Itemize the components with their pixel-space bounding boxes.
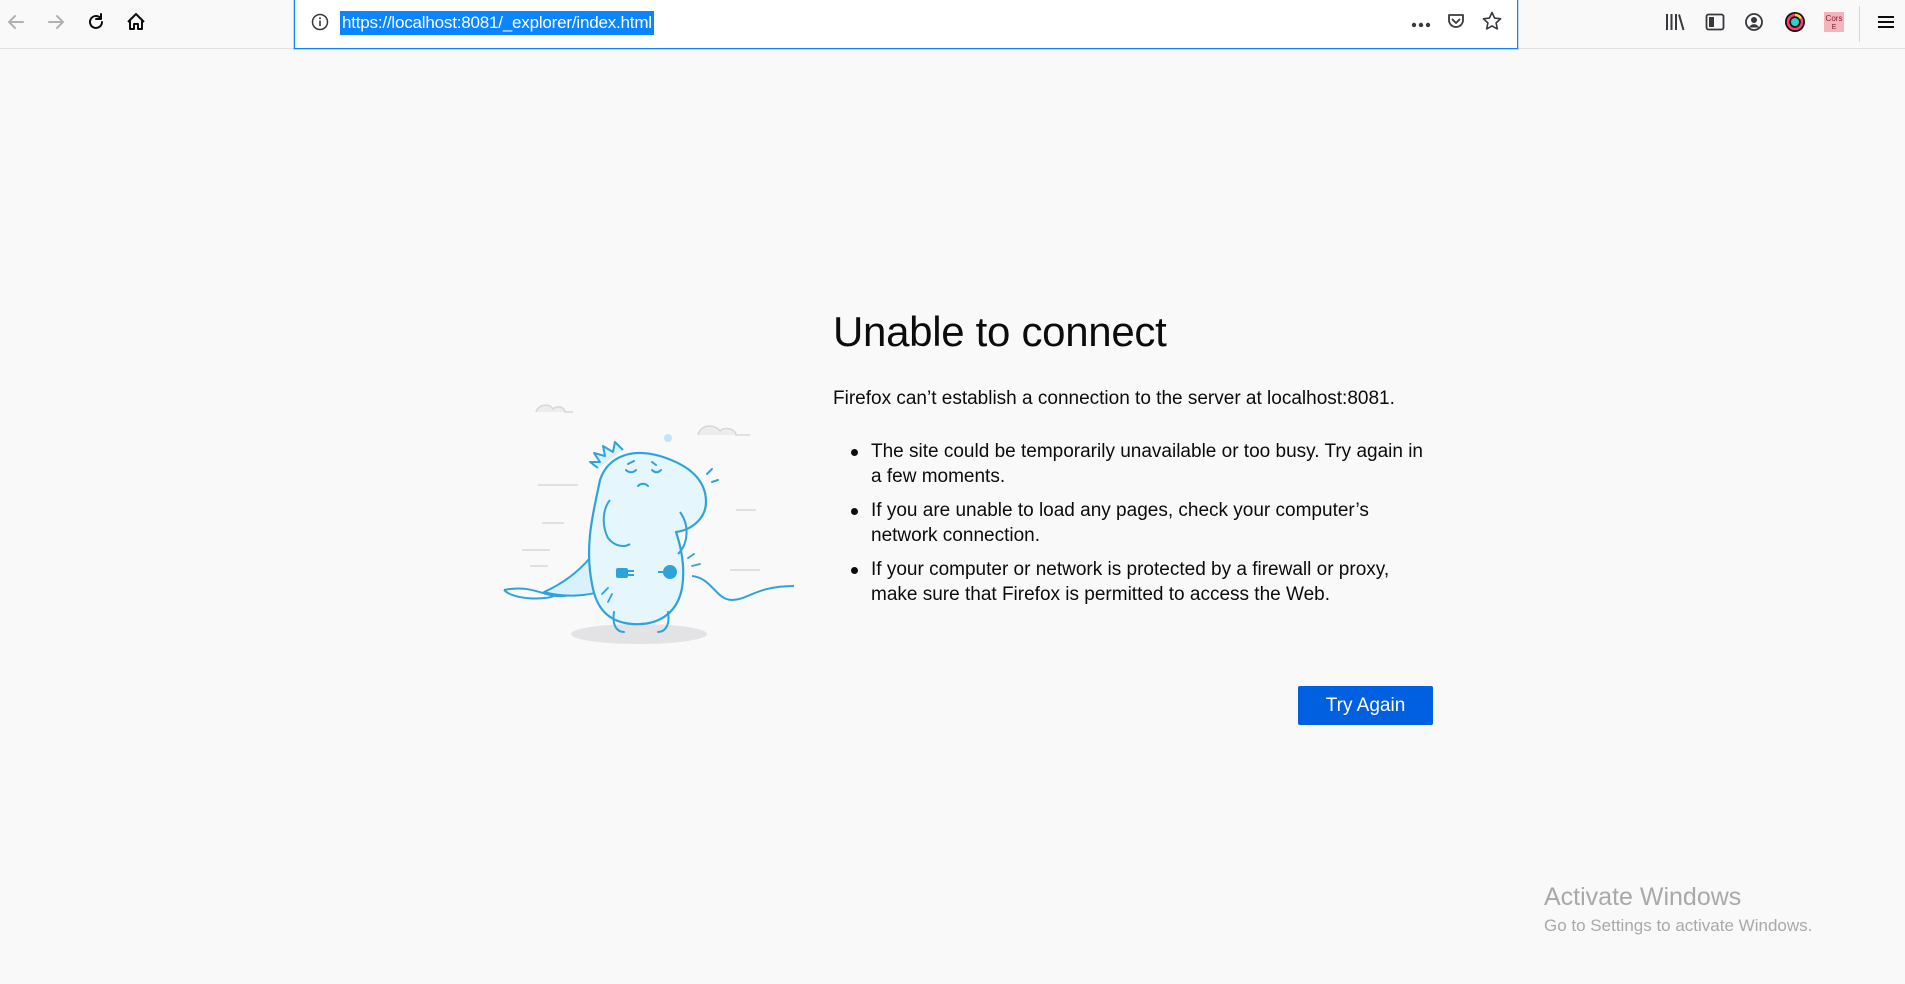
sidebar-button[interactable] bbox=[1699, 8, 1731, 36]
watermark-title: Activate Windows bbox=[1544, 883, 1742, 911]
library-button[interactable] bbox=[1659, 8, 1691, 36]
dinosaur-icon bbox=[503, 404, 795, 644]
page-actions-button[interactable] bbox=[1408, 11, 1434, 35]
disconnected-dinosaur-illustration bbox=[502, 390, 798, 650]
browser-toolbar: https://localhost:8081/_explorer/index.h… bbox=[0, 0, 1905, 49]
error-reason: If your computer or network is protected… bbox=[851, 557, 1433, 607]
activate-windows-watermark: Activate Windows Go to Settings to activ… bbox=[1544, 880, 1812, 938]
error-content: Unable to connect Firefox can’t establis… bbox=[833, 300, 1433, 616]
extension-icon bbox=[1784, 11, 1806, 33]
page-actions-icon bbox=[1410, 14, 1432, 33]
forward-button[interactable] bbox=[40, 8, 72, 36]
url-text[interactable]: https://localhost:8081/_explorer/index.h… bbox=[340, 11, 654, 35]
home-button[interactable] bbox=[120, 8, 152, 36]
info-icon[interactable] bbox=[311, 13, 329, 31]
account-icon bbox=[1744, 12, 1764, 32]
sidebar-icon bbox=[1705, 13, 1725, 31]
bookmark-star-icon bbox=[1481, 10, 1503, 36]
library-icon bbox=[1664, 12, 1686, 32]
back-button[interactable] bbox=[0, 8, 32, 36]
pocket-button[interactable] bbox=[1443, 11, 1469, 35]
error-title: Unable to connect bbox=[833, 308, 1167, 355]
error-reason: If you are unable to load any pages, che… bbox=[851, 498, 1433, 548]
bookmark-button[interactable] bbox=[1479, 11, 1505, 35]
toolbar-separator bbox=[1859, 6, 1860, 42]
error-reason: The site could be temporarily unavailabl… bbox=[851, 439, 1433, 489]
menu-button[interactable] bbox=[1870, 8, 1902, 36]
menu-icon bbox=[1877, 14, 1895, 30]
extension-button[interactable] bbox=[1779, 8, 1811, 36]
cors-extension-icon: Cors E bbox=[1823, 11, 1845, 33]
reload-button[interactable] bbox=[80, 8, 112, 36]
url-bar[interactable]: https://localhost:8081/_explorer/index.h… bbox=[294, 0, 1518, 49]
back-arrow-icon bbox=[5, 11, 27, 33]
cors-extension-button[interactable]: Cors E bbox=[1818, 8, 1850, 36]
error-intro: Firefox can’t establish a connection to … bbox=[833, 388, 1395, 409]
forward-arrow-icon bbox=[45, 11, 67, 33]
watermark-subtitle: Go to Settings to activate Windows. bbox=[1544, 916, 1813, 935]
svg-text:E: E bbox=[1832, 24, 1837, 31]
reload-icon bbox=[85, 11, 107, 33]
try-again-button[interactable]: Try Again bbox=[1298, 686, 1433, 725]
account-button[interactable] bbox=[1738, 8, 1770, 36]
pocket-icon bbox=[1446, 11, 1466, 35]
home-icon bbox=[125, 11, 147, 33]
svg-text:Cors: Cors bbox=[1826, 14, 1843, 23]
error-reasons-list: The site could be temporarily unavailabl… bbox=[833, 439, 1433, 607]
